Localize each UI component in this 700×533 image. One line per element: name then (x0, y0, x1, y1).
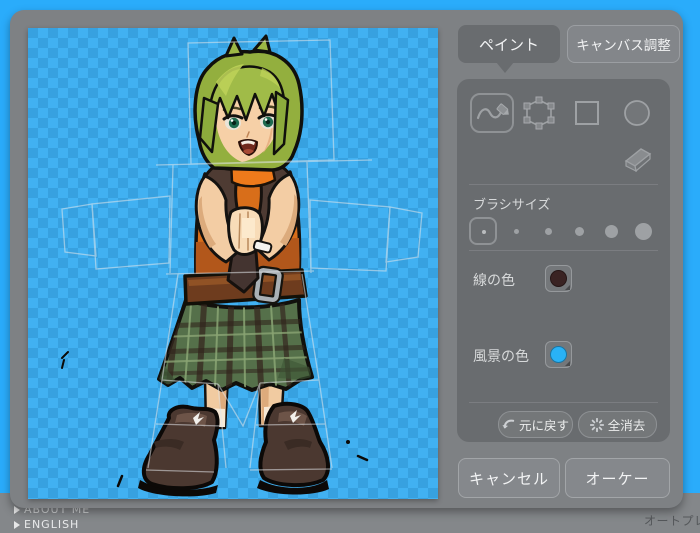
sparkle-burst-icon (590, 418, 604, 432)
rectangle-icon (572, 98, 602, 128)
tab-canvas-adjust-label: キャンバス調整 (576, 34, 671, 54)
undo-arrow-icon (502, 418, 515, 431)
eraser-tool-button[interactable] (615, 137, 659, 177)
paint-dialog-window: ペイント キャンバス調整 (10, 10, 683, 508)
divider (469, 250, 658, 251)
swatch-corner-arrow-icon (565, 361, 570, 366)
cancel-label: キャンセル (469, 468, 549, 489)
tab-paint[interactable]: ペイント (458, 25, 560, 63)
brush-size-option-1[interactable] (469, 217, 497, 245)
clear-all-label: 全消去 (608, 415, 646, 434)
undo-label: 元に戻す (519, 415, 569, 434)
ellipse-tool-button[interactable] (615, 93, 659, 133)
autoplay-label[interactable]: オートプレイ (644, 512, 700, 529)
brush-size-option-6[interactable] (635, 223, 652, 240)
divider (469, 402, 658, 403)
polygon-tool-button[interactable] (517, 93, 561, 133)
scenery-color-label: 風景の色 (473, 346, 529, 366)
drawing-canvas[interactable] (28, 28, 438, 499)
scenery-color-swatch[interactable] (545, 341, 572, 368)
ok-label: オーケー (585, 468, 649, 489)
eraser-icon (619, 142, 655, 172)
clear-all-button[interactable]: 全消去 (578, 411, 657, 438)
paint-tool-panel: ブラシサイズ 線の色 風景の色 (457, 79, 670, 442)
freehand-pen-icon (475, 100, 509, 126)
swatch-corner-arrow-icon (565, 285, 570, 290)
brush-size-label: ブラシサイズ (473, 194, 550, 213)
line-color-swatch[interactable] (545, 265, 572, 292)
tab-paint-label: ペイント (479, 34, 539, 55)
brush-dot-icon (482, 230, 486, 234)
line-color-label: 線の色 (473, 270, 515, 290)
brush-size-option-2[interactable] (514, 229, 519, 234)
cancel-button[interactable]: キャンセル (458, 458, 560, 498)
brush-size-option-3[interactable] (545, 228, 552, 235)
ellipse-icon (621, 97, 653, 129)
english-link[interactable]: ENGLISH (14, 518, 79, 531)
brush-size-option-5[interactable] (605, 225, 618, 238)
tab-canvas-adjust[interactable]: キャンバス調整 (567, 25, 680, 63)
undo-button[interactable]: 元に戻す (498, 411, 573, 438)
english-label: ENGLISH (24, 518, 79, 531)
polygon-icon (521, 96, 557, 130)
brush-size-option-4[interactable] (575, 227, 584, 236)
character-drawing (28, 28, 438, 499)
freehand-tool-button[interactable] (470, 93, 514, 133)
ok-button[interactable]: オーケー (565, 458, 670, 498)
paint-dialog-screen: ABOUT ME ENGLISH オートプレイ (0, 0, 700, 533)
arrow-icon (14, 521, 20, 529)
rectangle-tool-button[interactable] (565, 93, 609, 133)
divider (469, 184, 658, 185)
